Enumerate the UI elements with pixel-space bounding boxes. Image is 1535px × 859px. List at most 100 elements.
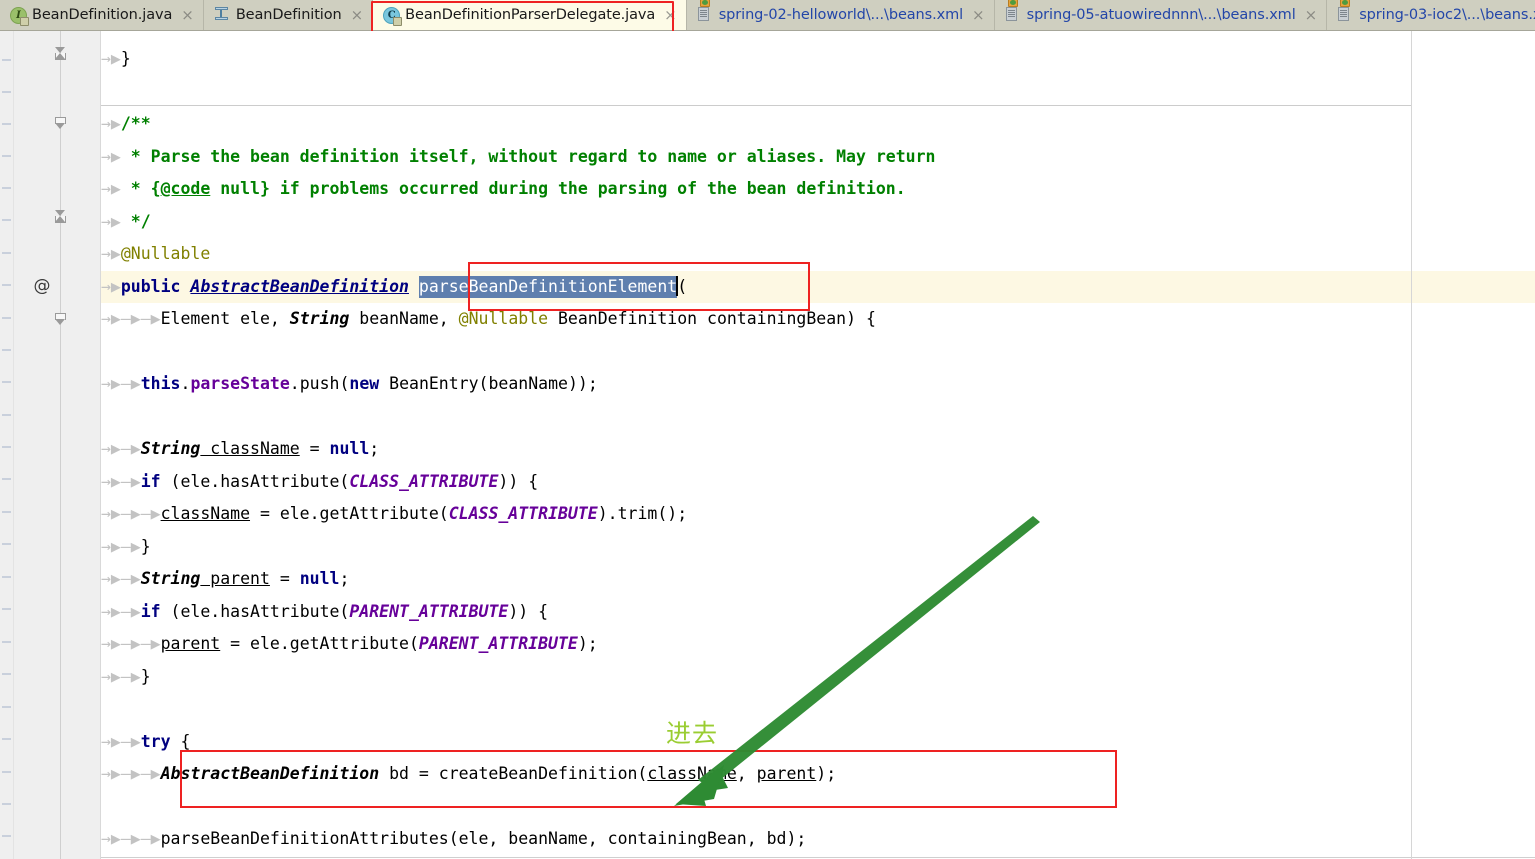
fold-marker-end[interactable] xyxy=(55,47,67,64)
code-token: parseBeanDefinitionAttributes(ele, beanN… xyxy=(160,829,807,848)
code-token: } xyxy=(140,537,151,556)
code-editor[interactable]: @ →▶} →▶/** →▶ * Parse the bean definiti… xyxy=(0,31,1535,859)
code-token: = ele.getAttribute( xyxy=(250,504,449,523)
code-content[interactable]: →▶} →▶/** →▶ * Parse the bean definition… xyxy=(101,31,1535,859)
code-token: parent xyxy=(756,764,817,783)
indent-guide: →▶—▶—▶ xyxy=(101,764,161,783)
indent-guide: →▶—▶ xyxy=(101,439,141,458)
code-token: @code xyxy=(160,179,211,198)
code-token: parent xyxy=(160,634,221,653)
code-token: PARENT_ATTRIBUTE xyxy=(418,634,578,653)
indent-guide: →▶ xyxy=(101,147,121,166)
code-token: */ xyxy=(120,212,151,231)
code-token: ).trim(); xyxy=(597,504,688,523)
indent-guide: →▶ xyxy=(101,114,121,133)
class-icon: C xyxy=(383,6,403,26)
code-token: Element xyxy=(160,309,231,328)
code-token: null xyxy=(329,439,370,458)
tab-spring-02-helloworld-beans-xml[interactable]: spring-02-helloworld\...\beans.xml × xyxy=(686,0,995,30)
code-token: new xyxy=(349,374,380,393)
interface-icon: I xyxy=(10,6,29,26)
code-token: @Nullable xyxy=(120,244,211,263)
code-token: { xyxy=(856,309,876,328)
code-token: BeanDefinition containingBean) xyxy=(548,309,857,328)
fold-region-line xyxy=(60,31,61,859)
code-token: )) { xyxy=(498,472,539,491)
chinese-annotation-note: 进去 xyxy=(666,719,719,748)
fold-marker-method-body[interactable] xyxy=(55,313,67,325)
code-token: String xyxy=(289,309,350,328)
code-token: this xyxy=(140,374,181,393)
code-token: BeanEntry(beanName)); xyxy=(379,374,598,393)
code-token: (ele.hasAttribute( xyxy=(160,472,350,491)
indent-guide: →▶ xyxy=(101,212,121,231)
space-dot xyxy=(409,277,419,296)
code-token: beanName, xyxy=(349,309,459,328)
tab-label: BeanDefinitionParserDelegate.java xyxy=(405,7,656,23)
space-dot xyxy=(180,277,190,296)
code-token: String xyxy=(140,439,201,458)
code-token: { xyxy=(170,732,191,751)
code-token: * { xyxy=(120,179,161,198)
tab-spring-05-atuowirednnn-beans-xml[interactable]: spring-05-atuowirednnn\...\beans.xml × xyxy=(994,0,1328,30)
indent-guide: →▶ xyxy=(101,179,121,198)
xml-spring-icon xyxy=(697,0,714,24)
uml-diagram-icon xyxy=(214,6,231,24)
tab-bean-definition-java[interactable]: I BeanDefinition.java × xyxy=(0,0,204,30)
indent-guide: →▶—▶ xyxy=(101,537,141,556)
code-token: CLASS_ATTRIBUTE xyxy=(349,472,499,491)
fold-marker-javadoc-end[interactable] xyxy=(55,210,67,227)
code-token: , xyxy=(736,764,757,783)
code-token: bd = createBeanDefinition( xyxy=(379,764,648,783)
fold-marker-javadoc[interactable] xyxy=(55,117,67,129)
indent-guide: →▶—▶—▶ xyxy=(101,309,161,328)
editor-window: I BeanDefinition.java × BeanDefinition ×… xyxy=(0,0,1535,859)
lock-badge-icon xyxy=(393,16,403,26)
code-token: ele, xyxy=(230,309,290,328)
indent-guide: →▶—▶ xyxy=(101,602,141,621)
code-token: parent xyxy=(200,569,270,588)
code-token: null} if problems occurred during the pa… xyxy=(210,179,906,198)
tab-spring-03-ioc2-beans-xml[interactable]: spring-03-ioc2\...\beans.x xyxy=(1327,0,1535,30)
tab-bean-definition-diagram[interactable]: BeanDefinition × xyxy=(203,0,374,30)
code-token: . xyxy=(180,374,191,393)
code-token: if xyxy=(140,472,161,491)
tab-close-icon[interactable]: × xyxy=(972,7,985,23)
indent-guide: →▶—▶ xyxy=(101,667,141,686)
indent-guide: →▶—▶ xyxy=(101,732,141,751)
tab-close-icon[interactable]: × xyxy=(664,7,677,23)
code-token: } xyxy=(140,667,151,686)
lock-badge-icon xyxy=(20,16,29,26)
annotation-gutter-icon[interactable]: @ xyxy=(32,276,52,296)
code-token: ; xyxy=(369,439,380,458)
code-token: className xyxy=(200,439,300,458)
code-token: )) { xyxy=(508,602,549,621)
editor-gutter[interactable]: @ xyxy=(14,31,100,859)
code-token: = xyxy=(299,439,330,458)
indent-guide: →▶ xyxy=(101,49,121,68)
code-token: @Nullable xyxy=(458,309,549,328)
code-token: className xyxy=(647,764,737,783)
tab-label: BeanDefinition.java xyxy=(32,7,173,23)
editor-left-strip xyxy=(0,31,14,859)
code-token: null xyxy=(299,569,340,588)
indent-guide: →▶—▶—▶ xyxy=(101,634,161,653)
code-token: CLASS_ATTRIBUTE xyxy=(448,504,598,523)
code-token: ); xyxy=(816,764,837,783)
code-token: ); xyxy=(577,634,598,653)
tab-close-icon[interactable]: × xyxy=(351,7,364,23)
indent-guide: →▶—▶—▶ xyxy=(101,504,161,523)
code-token: parseState xyxy=(190,374,290,393)
code-token: } xyxy=(120,49,131,68)
tab-close-icon[interactable]: × xyxy=(1305,7,1318,23)
tab-close-icon[interactable]: × xyxy=(181,7,194,23)
indent-guide: →▶—▶ xyxy=(101,472,141,491)
editor-tab-bar: I BeanDefinition.java × BeanDefinition ×… xyxy=(0,0,1535,31)
xml-spring-icon xyxy=(1337,0,1354,24)
tab-label: spring-03-ioc2\...\beans.x xyxy=(1359,7,1535,23)
indent-guide: →▶—▶ xyxy=(101,569,141,588)
code-token: if xyxy=(140,602,161,621)
code-token: = xyxy=(269,569,300,588)
tab-bean-definition-parser-delegate-java[interactable]: C BeanDefinitionParserDelegate.java × xyxy=(373,0,687,30)
selected-method-name[interactable]: parseBeanDefinitionElement xyxy=(418,276,678,298)
